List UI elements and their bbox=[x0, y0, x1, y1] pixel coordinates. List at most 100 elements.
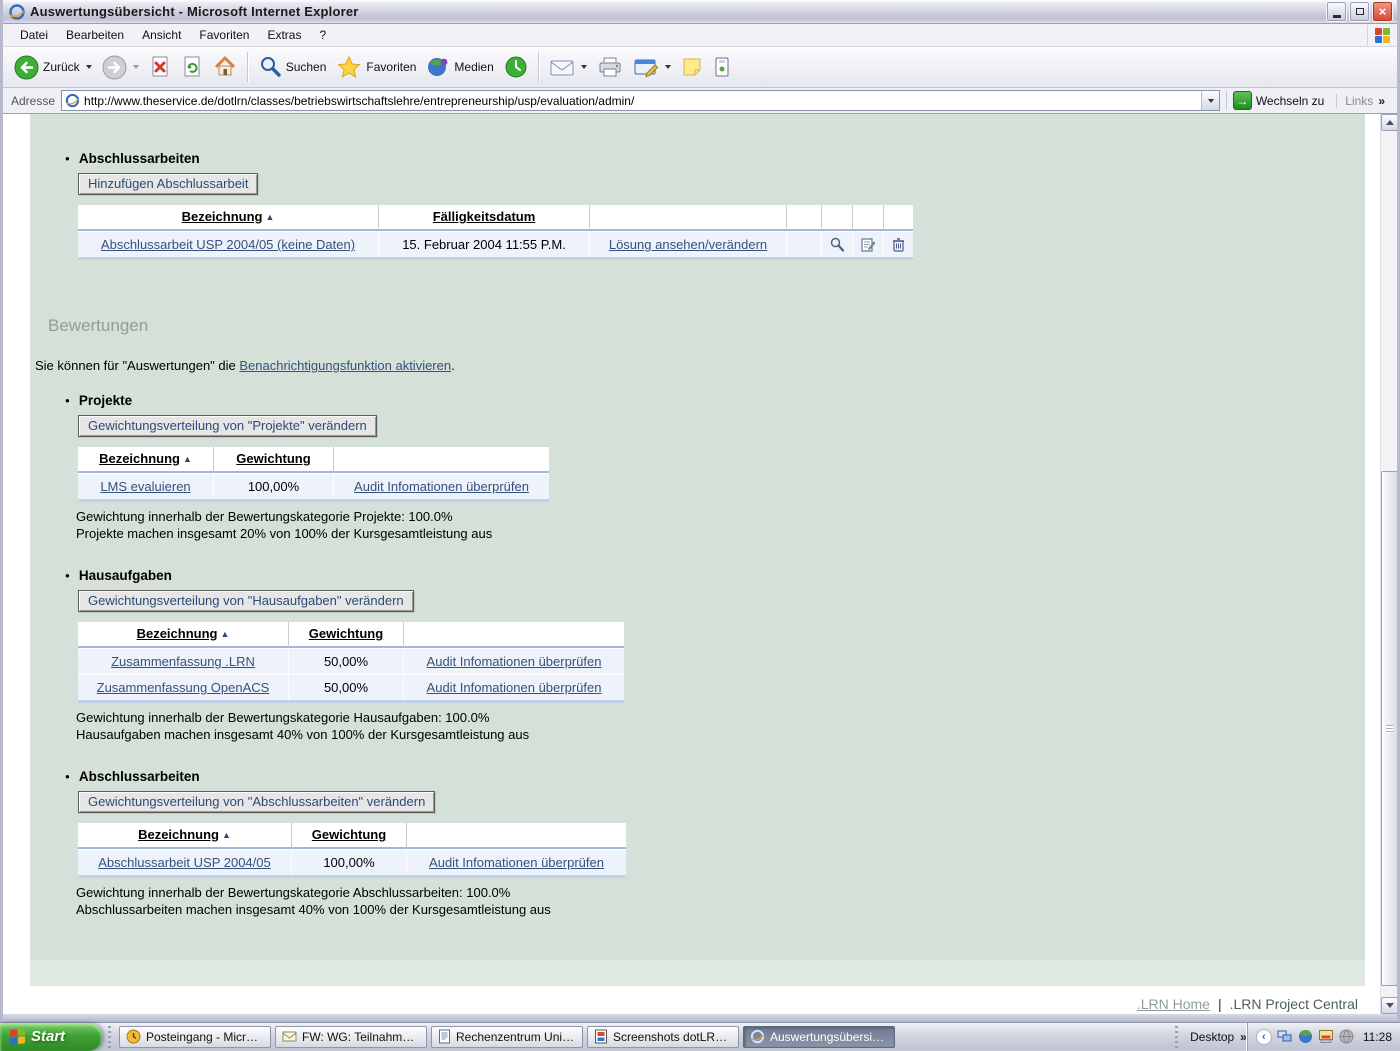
media-button[interactable]: Medien bbox=[421, 53, 498, 81]
home-button[interactable] bbox=[208, 53, 242, 81]
projects-weight-button[interactable]: Gewichtungsverteilung von "Projekte" ver… bbox=[78, 415, 377, 437]
restore-button[interactable] bbox=[1349, 1, 1370, 22]
taskbar-grip[interactable] bbox=[105, 1026, 114, 1048]
homework-note2: Hausaufgaben machen insgesamt 40% von 10… bbox=[76, 726, 1365, 743]
taskbar-item-rechenzentrum[interactable]: Rechenzentrum Uni K... bbox=[431, 1026, 583, 1048]
edit-icon[interactable] bbox=[861, 237, 875, 252]
audit-link[interactable]: Audit Infomationen überprüfen bbox=[427, 680, 602, 695]
display-settings-icon[interactable] bbox=[1318, 1029, 1334, 1044]
desktop-toolbar-grip[interactable] bbox=[1172, 1026, 1181, 1048]
assignment-link[interactable]: Abschlussarbeit USP 2004/05 (keine Daten… bbox=[101, 237, 355, 252]
sort-gewichtung-link[interactable]: Gewichtung bbox=[309, 626, 383, 641]
item-link[interactable]: Zusammenfassung OpenACS bbox=[97, 680, 270, 695]
item-link[interactable]: Abschlussarbeit USP 2004/05 bbox=[98, 855, 270, 870]
audit-link[interactable]: Audit Infomationen überprüfen bbox=[427, 654, 602, 669]
menu-extras[interactable]: Extras bbox=[258, 25, 310, 45]
table-row: Zusammenfassung OpenACS 50,00% Audit Inf… bbox=[78, 674, 624, 700]
refresh-button[interactable] bbox=[176, 53, 208, 81]
sort-gewichtung-link[interactable]: Gewichtung bbox=[236, 451, 310, 466]
solution-link[interactable]: Lösung ansehen/verändern bbox=[609, 237, 767, 252]
audit-link[interactable]: Audit Infomationen überprüfen bbox=[429, 855, 604, 870]
delete-icon[interactable] bbox=[892, 237, 905, 252]
sort-bezeichnung-link[interactable]: Bezeichnung▲ bbox=[99, 451, 192, 466]
forward-button[interactable] bbox=[97, 53, 144, 82]
scrollbar-thumb[interactable] bbox=[1381, 471, 1397, 986]
back-icon bbox=[14, 55, 39, 80]
sort-faelligkeitsdatum-link[interactable]: Fälligkeitsdatum bbox=[433, 209, 536, 224]
offline-globe-icon[interactable] bbox=[1339, 1029, 1354, 1044]
projects-table: Bezeichnung▲ Gewichtung LMS evaluieren 1… bbox=[78, 447, 549, 502]
go-button[interactable]: → Wechseln zu bbox=[1226, 91, 1330, 110]
system-tray: ‹ 11:28 bbox=[1247, 1023, 1400, 1051]
zoom-icon[interactable] bbox=[830, 237, 844, 252]
stop-button[interactable] bbox=[144, 53, 176, 81]
globe-icon[interactable] bbox=[1298, 1029, 1313, 1044]
assignments-table: Bezeichnung▲ Fälligkeitsdatum Abschlussa… bbox=[78, 205, 913, 260]
homework-weight-button[interactable]: Gewichtungsverteilung von "Hausaufgaben"… bbox=[78, 590, 414, 612]
address-input[interactable] bbox=[84, 92, 1201, 110]
discuss-button[interactable] bbox=[676, 54, 708, 80]
taskbar-item-mail[interactable]: FW: WG: Teilnahme v... bbox=[275, 1026, 427, 1048]
refresh-icon bbox=[181, 55, 203, 79]
mail-dropdown-icon[interactable] bbox=[581, 65, 587, 69]
taskbar-item-posteingang[interactable]: Posteingang - Micros... bbox=[119, 1026, 271, 1048]
links-toolbar[interactable]: Links » bbox=[1336, 94, 1393, 108]
item-link[interactable]: LMS evaluieren bbox=[100, 479, 190, 494]
sort-bezeichnung-link[interactable]: Bezeichnung▲ bbox=[137, 626, 230, 641]
scroll-down-button[interactable] bbox=[1381, 997, 1397, 1014]
notes-icon bbox=[681, 56, 703, 78]
footer-separator: | bbox=[1218, 996, 1222, 1012]
audit-link[interactable]: Audit Infomationen überprüfen bbox=[354, 479, 529, 494]
back-button[interactable]: Zurück bbox=[9, 53, 97, 82]
menu-hilfe[interactable]: ? bbox=[310, 25, 335, 45]
item-link[interactable]: Zusammenfassung .LRN bbox=[111, 654, 255, 669]
weight-value: 50,00% bbox=[288, 674, 403, 700]
sort-gewichtung-link[interactable]: Gewichtung bbox=[312, 827, 386, 842]
favorites-button[interactable]: Favoriten bbox=[331, 53, 421, 81]
outlook-icon bbox=[126, 1029, 141, 1044]
menu-datei[interactable]: Datei bbox=[11, 25, 57, 45]
close-button[interactable]: × bbox=[1372, 1, 1393, 22]
homework-heading: Hausaufgaben bbox=[65, 568, 1365, 583]
gradebook-heading: Bewertungen bbox=[48, 316, 1365, 336]
messenger-button[interactable] bbox=[708, 54, 736, 80]
edit-page-icon bbox=[633, 56, 659, 78]
desktop-chevron-icon[interactable]: » bbox=[1240, 1030, 1247, 1044]
mail-button[interactable] bbox=[544, 54, 592, 80]
desktop-toolbar[interactable]: Desktop bbox=[1190, 1030, 1234, 1044]
back-dropdown-icon[interactable] bbox=[86, 65, 92, 69]
edit-button[interactable] bbox=[628, 54, 676, 80]
address-dropdown-button[interactable] bbox=[1201, 91, 1219, 110]
search-button[interactable]: Suchen bbox=[253, 53, 332, 81]
lrn-home-link[interactable]: .LRN Home bbox=[1137, 996, 1210, 1012]
menu-favoriten[interactable]: Favoriten bbox=[190, 25, 258, 45]
window-title: Auswertungsübersicht - Microsoft Interne… bbox=[30, 4, 359, 19]
menu-ansicht[interactable]: Ansicht bbox=[133, 25, 190, 45]
table-row: Abschlussarbeit USP 2004/05 100,00% Audi… bbox=[78, 849, 626, 875]
print-button[interactable] bbox=[592, 53, 628, 81]
taskbar-item-auswertung[interactable]: Auswertungsübersich... bbox=[743, 1026, 895, 1048]
scroll-up-button[interactable] bbox=[1381, 114, 1397, 131]
forward-dropdown-icon[interactable] bbox=[133, 65, 139, 69]
taskbar-item-screenshots[interactable]: Screenshots dotLRN.... bbox=[587, 1026, 739, 1048]
start-button[interactable]: Start bbox=[0, 1023, 102, 1051]
notification-link[interactable]: Benachrichtigungsfunktion aktivieren bbox=[239, 358, 451, 373]
assignments-heading: Abschlussarbeiten bbox=[65, 151, 1365, 166]
network-monitors-icon[interactable] bbox=[1277, 1029, 1293, 1044]
theses-weight-button[interactable]: Gewichtungsverteilung von "Abschlussarbe… bbox=[78, 791, 435, 813]
address-input-box bbox=[61, 90, 1220, 111]
minimize-button[interactable] bbox=[1326, 1, 1347, 22]
tray-collapse-button[interactable]: ‹ bbox=[1256, 1029, 1272, 1045]
vertical-scrollbar[interactable] bbox=[1380, 114, 1397, 1014]
history-button[interactable] bbox=[499, 53, 533, 81]
go-arrow-icon: → bbox=[1233, 91, 1252, 110]
add-assignment-button[interactable]: Hinzufügen Abschlussarbeit bbox=[78, 173, 258, 195]
sort-bezeichnung-link[interactable]: Bezeichnung▲ bbox=[182, 209, 275, 224]
edit-dropdown-icon[interactable] bbox=[665, 65, 671, 69]
sort-bezeichnung-link[interactable]: Bezeichnung▲ bbox=[138, 827, 231, 842]
browser-viewport: Abschlussarbeiten Hinzufügen Abschlussar… bbox=[3, 114, 1397, 1014]
menu-bearbeiten[interactable]: Bearbeiten bbox=[57, 25, 133, 45]
addressbar: Adresse → Wechseln zu Links » bbox=[3, 88, 1397, 114]
forward-icon bbox=[102, 55, 127, 80]
projects-note1: Gewichtung innerhalb der Bewertungskateg… bbox=[76, 508, 1365, 525]
